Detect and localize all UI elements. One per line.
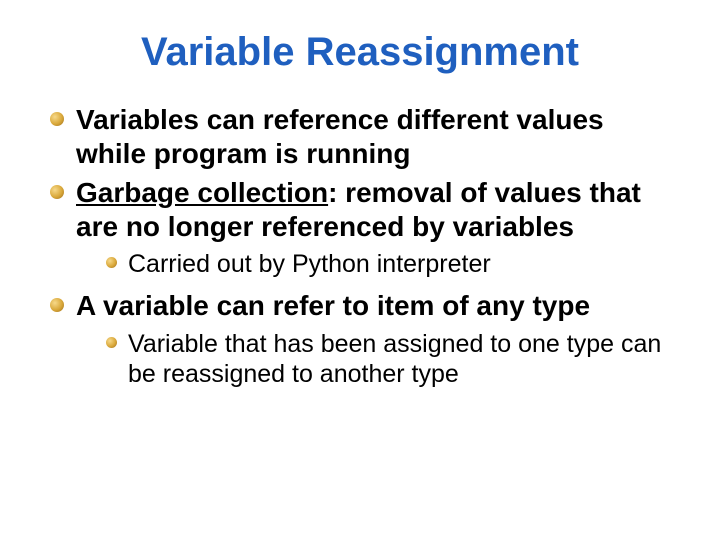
term-underline: Garbage collection: [76, 177, 328, 208]
bullet-list: Variables can reference different values…: [50, 103, 670, 389]
sub-bullet-list: Carried out by Python interpreter: [76, 249, 670, 279]
sub-bullet-item: Variable that has been assigned to one t…: [106, 329, 670, 389]
sub-bullet-text: Variable that has been assigned to one t…: [128, 330, 661, 388]
sub-bullet-list: Variable that has been assigned to one t…: [76, 329, 670, 389]
bullet-item: A variable can refer to item of any type…: [50, 289, 670, 389]
sub-bullet-item: Carried out by Python interpreter: [106, 249, 670, 279]
bullet-item: Garbage collection: removal of values th…: [50, 176, 670, 279]
sub-bullet-text: Carried out by Python interpreter: [128, 250, 491, 278]
bullet-item: Variables can reference different values…: [50, 103, 670, 170]
bullet-text: Variables can reference different values…: [76, 104, 604, 169]
slide: Variable Reassignment Variables can refe…: [0, 0, 720, 540]
slide-title: Variable Reassignment: [50, 30, 670, 75]
bullet-text: A variable can refer to item of any type: [76, 290, 590, 321]
